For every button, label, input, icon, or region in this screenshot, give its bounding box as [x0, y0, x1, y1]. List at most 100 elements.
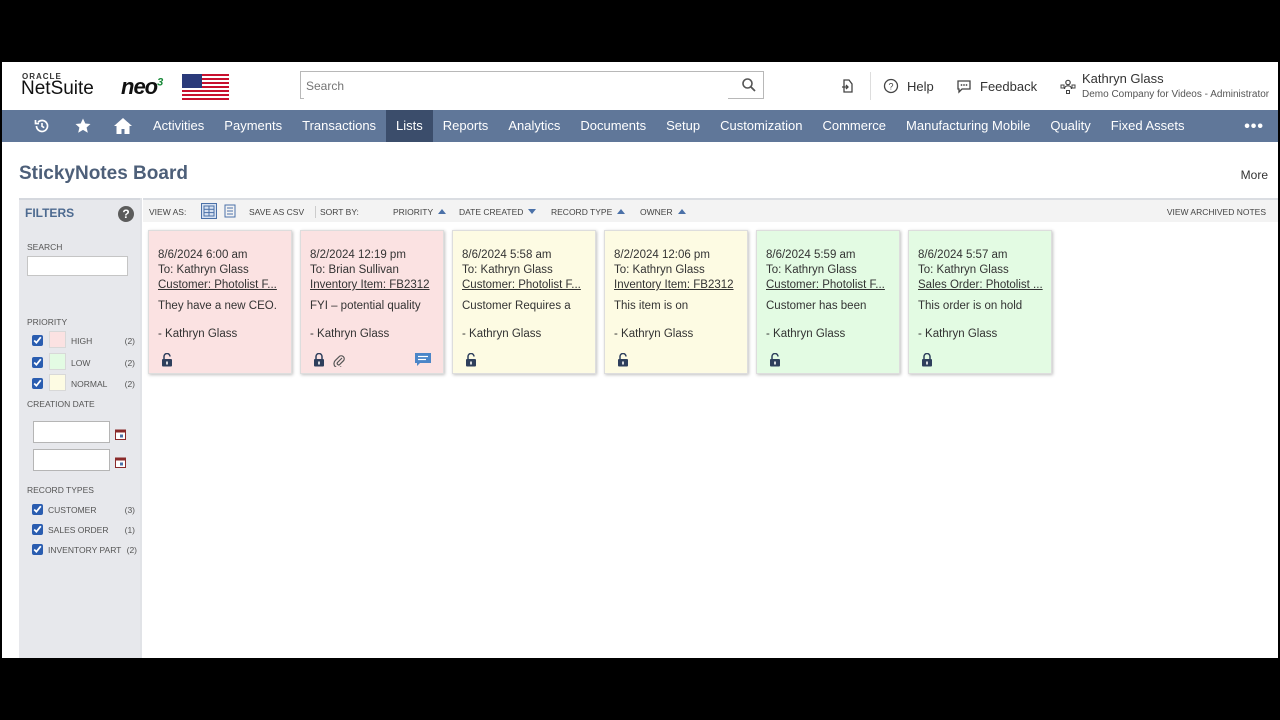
home-button[interactable] [108, 110, 138, 142]
sticky-note[interactable]: 8/6/2024 5:58 am To: Kathryn Glass Custo… [452, 230, 596, 374]
priority-normal-checkbox[interactable] [32, 378, 43, 389]
grid-view-icon[interactable] [201, 203, 217, 219]
sticky-note[interactable]: 8/6/2024 5:57 am To: Kathryn Glass Sales… [908, 230, 1052, 374]
filters-panel: FILTERS ? SEARCH PRIORITY HIGH (2) LOW (… [19, 198, 140, 658]
nav-item-payments[interactable]: Payments [214, 110, 292, 142]
nav-item-manufacturing-mobile[interactable]: Manufacturing Mobile [896, 110, 1040, 142]
nav-item-documents[interactable]: Documents [570, 110, 656, 142]
note-author: - Kathryn Glass [462, 328, 542, 340]
nav-item-activities[interactable]: Activities [143, 110, 214, 142]
record-filter-sales-order: SALES ORDER (1) [32, 522, 140, 538]
global-search[interactable] [300, 71, 764, 99]
note-author: - Kathryn Glass [310, 328, 390, 340]
neo-text: neo [121, 74, 158, 99]
note-record-link[interactable]: Customer: Photolist F... [766, 279, 894, 291]
priority-high-checkbox[interactable] [32, 335, 43, 346]
lock-icon[interactable] [313, 353, 325, 367]
record-inventory-part-checkbox[interactable] [32, 544, 43, 555]
sticky-note[interactable]: 8/2/2024 12:06 pm To: Kathryn Glass Inve… [604, 230, 748, 374]
nav-item-fixed-assets[interactable]: Fixed Assets [1101, 110, 1195, 142]
save-as-csv-button[interactable]: SAVE AS CSV [249, 207, 304, 217]
nav-more-button[interactable]: ••• [1244, 118, 1264, 136]
roles-icon [1060, 79, 1076, 94]
nav-item-lists[interactable]: Lists [386, 110, 433, 142]
nav-item-reports[interactable]: Reports [433, 110, 499, 142]
header: ORACLE NetSuite neo3 ? Help Feedb [2, 62, 1278, 110]
note-message: Customer has been [766, 300, 867, 312]
main-nav: Activities Payments Transactions Lists Repor… [2, 110, 1278, 142]
calendar-icon[interactable] [115, 429, 126, 440]
record-customer-checkbox[interactable] [32, 504, 43, 515]
filters-help-icon[interactable]: ? [118, 206, 134, 222]
sort-record-type-button[interactable]: RECORD TYPE [551, 207, 626, 217]
toolbar-divider [315, 206, 316, 218]
note-record-link[interactable]: Customer: Photolist F... [462, 279, 590, 291]
note-date: 8/6/2024 6:00 am [158, 249, 248, 261]
app-window: ORACLE NetSuite neo3 ? Help Feedb [2, 62, 1278, 658]
priority-filter-high: HIGH (2) [32, 331, 140, 349]
sort-owner-label: OWNER [640, 207, 673, 217]
unlock-icon[interactable] [161, 353, 173, 367]
favorites-button[interactable] [68, 110, 98, 142]
note-recipient: To: Kathryn Glass [766, 264, 857, 276]
comment-icon[interactable] [414, 352, 432, 367]
note-record-link[interactable]: Inventory Item: FB2312 [310, 279, 438, 291]
record-sales-order-count: (1) [124, 525, 135, 535]
more-link[interactable]: More [1241, 168, 1268, 182]
neo-sup: 3 [157, 76, 163, 89]
search-icon[interactable] [741, 77, 757, 93]
page-title: StickyNotes Board [19, 163, 188, 184]
unlock-icon[interactable] [617, 353, 629, 367]
nav-item-setup[interactable]: Setup [656, 110, 710, 142]
unlock-icon[interactable] [465, 353, 477, 367]
date-to-input[interactable] [33, 449, 110, 471]
netsuite-logo[interactable]: NetSuite [21, 78, 94, 100]
sticky-note[interactable]: 8/6/2024 6:00 am To: Kathryn Glass Custo… [148, 230, 292, 374]
record-customer-count: (3) [124, 505, 135, 515]
sticky-note[interactable]: 8/2/2024 12:19 pm To: Brian Sullivan Inv… [300, 230, 444, 374]
nav-item-customization[interactable]: Customization [710, 110, 812, 142]
note-author: - Kathryn Glass [918, 328, 998, 340]
sort-owner-button[interactable]: OWNER [640, 207, 686, 217]
us-flag-icon[interactable] [182, 74, 229, 100]
note-recipient: To: Kathryn Glass [918, 264, 1009, 276]
note-record-link[interactable]: Sales Order: Photolist ... [918, 279, 1046, 291]
help-button[interactable]: ? Help [883, 62, 934, 110]
nav-item-quality[interactable]: Quality [1040, 110, 1100, 142]
note-recipient: To: Brian Sullivan [310, 264, 399, 276]
date-from-input[interactable] [33, 421, 110, 443]
note-recipient: To: Kathryn Glass [614, 264, 705, 276]
nav-item-analytics[interactable]: Analytics [498, 110, 570, 142]
nav-item-commerce[interactable]: Commerce [812, 110, 896, 142]
search-input[interactable] [304, 73, 728, 99]
user-name: Kathryn Glass [1082, 71, 1164, 86]
note-record-link[interactable]: Customer: Photolist F... [158, 279, 286, 291]
record-sales-order-label: SALES ORDER [48, 525, 109, 535]
lock-icon[interactable] [921, 353, 933, 367]
record-sales-order-checkbox[interactable] [32, 524, 43, 535]
calendar-icon[interactable] [115, 457, 126, 468]
note-record-link[interactable]: Inventory Item: FB2312 [614, 279, 742, 291]
sort-priority-button[interactable]: PRIORITY [393, 207, 447, 217]
note-author: - Kathryn Glass [614, 328, 694, 340]
view-archived-notes-link[interactable]: VIEW ARCHIVED NOTES [1167, 207, 1266, 217]
recent-button[interactable] [27, 110, 57, 142]
sort-date-label: DATE CREATED [459, 207, 524, 217]
recent-records-button[interactable] [840, 62, 864, 110]
priority-low-checkbox[interactable] [32, 357, 43, 368]
priority-high-count: (2) [124, 336, 135, 346]
record-filter-inventory-part: INVENTORY PART (2) [32, 542, 140, 558]
sticky-note[interactable]: 8/6/2024 5:59 am To: Kathryn Glass Custo… [756, 230, 900, 374]
note-date: 8/2/2024 12:19 pm [310, 249, 406, 261]
nav-item-transactions[interactable]: Transactions [292, 110, 386, 142]
header-divider [870, 72, 871, 100]
unlock-icon[interactable] [769, 353, 781, 367]
help-icon: ? [883, 78, 899, 94]
filter-search-input[interactable] [27, 256, 128, 276]
list-view-icon[interactable] [222, 203, 238, 219]
feedback-button[interactable]: Feedback [956, 62, 1037, 110]
feedback-label: Feedback [980, 78, 1038, 94]
sort-date-created-button[interactable]: DATE CREATED [459, 207, 537, 217]
note-date: 8/2/2024 12:06 pm [614, 249, 710, 261]
attachment-icon[interactable] [333, 353, 345, 367]
